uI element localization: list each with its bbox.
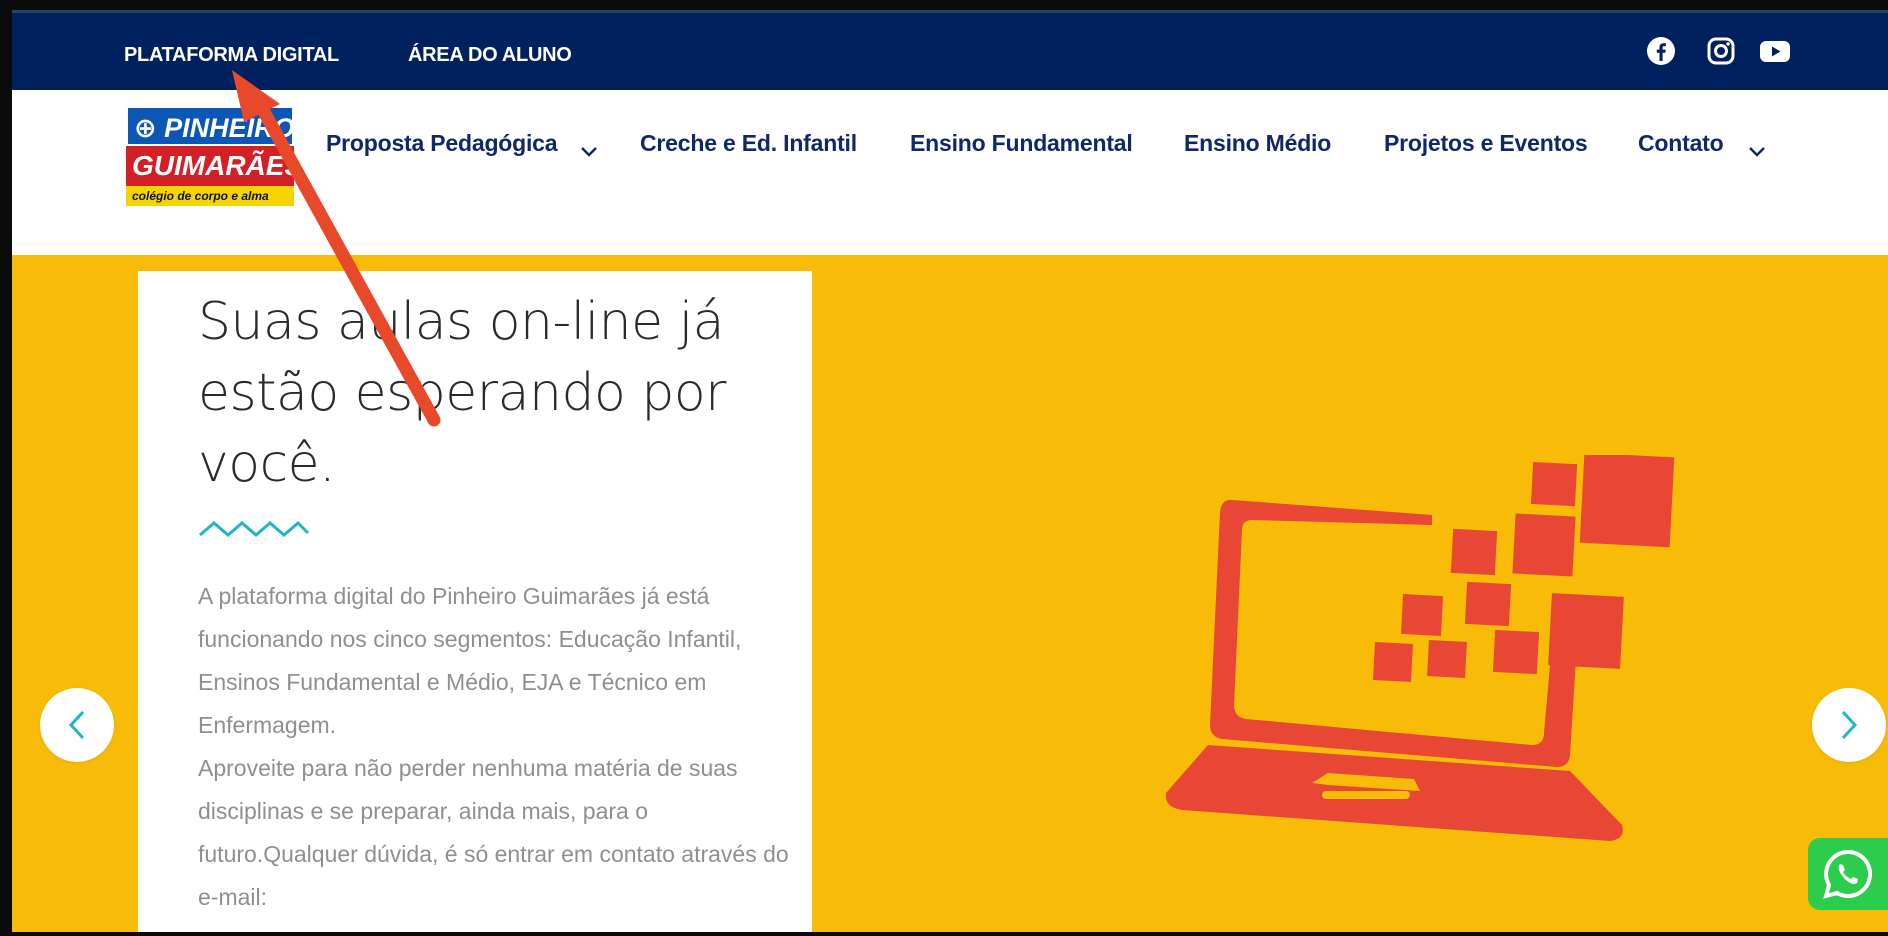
chevron-down-icon[interactable] (1748, 146, 1766, 158)
hero-paragraph-2: Aproveite para não perder nenhuma matéri… (198, 755, 789, 910)
chevron-right-icon (1841, 710, 1858, 740)
plataforma-digital-link[interactable]: PLATAFORMA DIGITAL (124, 44, 339, 67)
main-navigation: ⊕ PINHEIRO GUIMARÃES colégio de corpo e … (12, 90, 1888, 255)
nav-contato[interactable]: Contato (1638, 130, 1724, 157)
chevron-left-icon (68, 710, 85, 740)
laptop-illustration (1165, 455, 1675, 841)
youtube-icon[interactable] (1759, 35, 1791, 67)
zigzag-divider-icon (199, 520, 310, 537)
whatsapp-button[interactable] (1808, 838, 1888, 910)
nav-creche-ed-infantil[interactable]: Creche e Ed. Infantil (640, 130, 857, 157)
browser-viewport: PLATAFORMA DIGITAL ÁREA DO ALUNO ⊕ PINHE… (0, 0, 1888, 936)
chevron-down-icon[interactable] (580, 146, 598, 158)
hero-body-text: A plataforma digital do Pinheiro Guimarã… (198, 575, 798, 919)
facebook-icon[interactable] (1645, 35, 1677, 67)
school-logo[interactable]: ⊕ PINHEIRO GUIMARÃES colégio de corpo e … (126, 106, 294, 207)
logo-line1: PINHEIRO (164, 113, 294, 143)
nav-ensino-fundamental[interactable]: Ensino Fundamental (910, 130, 1133, 157)
hero-slider: Suas aulas on-line já estão esperando po… (12, 255, 1888, 932)
logo-line2: GUIMARÃES (126, 146, 294, 186)
area-do-aluno-link[interactable]: ÁREA DO ALUNO (408, 44, 572, 67)
nav-proposta-pedagogica[interactable]: Proposta Pedagógica (326, 130, 558, 157)
slider-next-button[interactable] (1812, 688, 1886, 762)
nav-ensino-medio[interactable]: Ensino Médio (1184, 130, 1331, 157)
top-bar: PLATAFORMA DIGITAL ÁREA DO ALUNO (12, 10, 1888, 90)
logo-tagline: colégio de corpo e alma (126, 186, 294, 206)
slider-prev-button[interactable] (40, 688, 114, 762)
nav-projetos-eventos[interactable]: Projetos e Eventos (1384, 130, 1588, 157)
hero-paragraph-1: A plataforma digital do Pinheiro Guimarã… (198, 583, 742, 738)
instagram-icon[interactable] (1705, 35, 1737, 67)
whatsapp-icon (1823, 849, 1873, 899)
hero-text-card: Suas aulas on-line já estão esperando po… (138, 271, 812, 932)
hero-headline: Suas aulas on-line já estão esperando po… (198, 292, 727, 494)
